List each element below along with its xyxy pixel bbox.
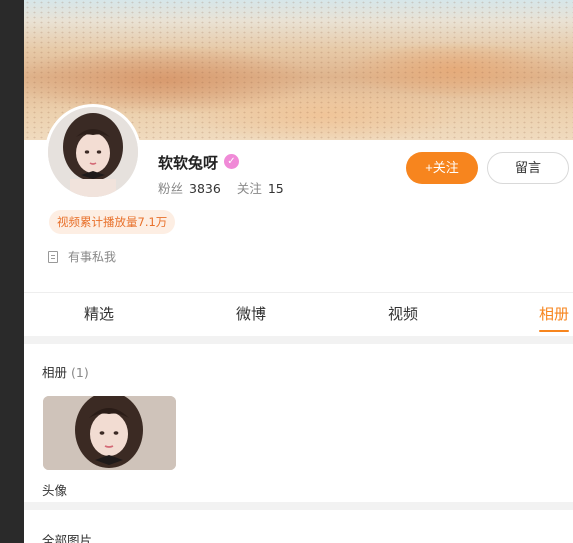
tab-weibo[interactable]: 微博 — [216, 293, 286, 337]
message-button[interactable]: 留言 — [487, 152, 569, 184]
section-divider — [24, 502, 573, 510]
active-tab-indicator — [539, 330, 569, 332]
avatar[interactable] — [45, 104, 141, 200]
tab-featured[interactable]: 精选 — [64, 293, 134, 337]
tab-video[interactable]: 视频 — [368, 293, 438, 337]
fans-label: 粉丝 — [158, 181, 184, 196]
albums-section-title: 相册 (1) — [42, 362, 89, 381]
dm-note: 有事私我 — [48, 248, 116, 265]
all-photos-title: 全部图片 — [42, 533, 93, 543]
fans-count[interactable]: 3836 — [189, 181, 221, 196]
verified-badge-icon[interactable]: ✓ — [224, 154, 239, 169]
dm-text: 有事私我 — [68, 250, 117, 264]
albums-title: 相册 — [42, 365, 68, 380]
window-left-edge — [0, 0, 24, 543]
album-name[interactable]: 头像 — [42, 480, 67, 499]
profile-tabs: 精选 微博 视频 相册 — [24, 292, 573, 336]
follow-button[interactable]: +关注 — [406, 152, 478, 184]
following-label: 关注 — [236, 181, 262, 196]
following-count[interactable]: 15 — [268, 181, 284, 196]
username: 软软兔呀 — [158, 154, 219, 172]
document-icon — [48, 250, 58, 263]
profile-page: 软软兔呀 ✓ 粉丝 3836 关注 15 +关注 留言 视频累计播放量7.1万 有事私… — [24, 0, 573, 543]
section-divider — [24, 336, 573, 344]
views-badge: 视频累计播放量7.1万 — [49, 210, 176, 234]
profile-stats: 粉丝 3836 关注 15 — [158, 178, 300, 197]
album-cover[interactable] — [43, 396, 176, 470]
albums-count: (1) — [71, 365, 89, 380]
